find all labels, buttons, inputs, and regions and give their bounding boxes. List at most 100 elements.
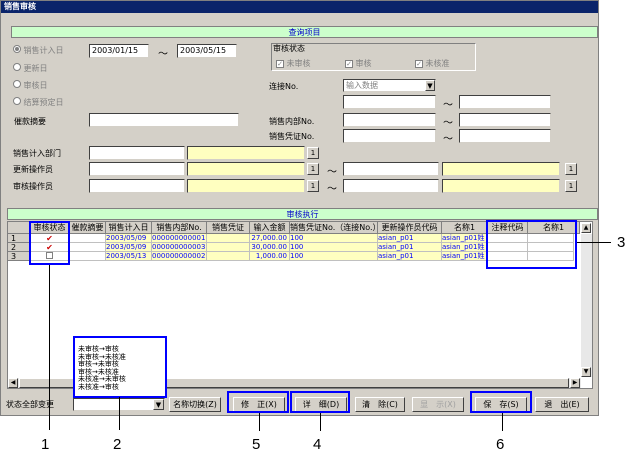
- callout-line-1: [49, 265, 50, 430]
- summary-cell[interactable]: [70, 252, 106, 261]
- sales-voucher-no-label: 销售凭证No.: [269, 132, 315, 141]
- header-internal[interactable]: 销售内部No.: [152, 222, 207, 234]
- scroll-right-icon[interactable]: ▶: [570, 378, 580, 388]
- dropdown-option[interactable]: 未核准→审核: [78, 383, 165, 392]
- radio-icon: [13, 63, 21, 71]
- radio-settlement-date[interactable]: 结算预定日: [13, 97, 64, 108]
- header-date[interactable]: 销售计入日: [106, 222, 152, 234]
- sales-dept-input[interactable]: [89, 146, 185, 160]
- checkbox-reviewed[interactable]: ✓ 审核: [345, 58, 372, 69]
- review-operator-label: 审核操作员: [13, 182, 53, 191]
- scroll-left-icon[interactable]: ◀: [8, 378, 18, 388]
- internal-no-from-input[interactable]: [343, 113, 436, 127]
- operator-cell: asian_p01: [378, 234, 442, 243]
- checkbox-label: 未核准: [425, 59, 450, 68]
- vertical-scrollbar[interactable]: [581, 234, 592, 377]
- callout-number-5: 5: [252, 436, 261, 453]
- callout-box-5: [227, 391, 289, 413]
- check-icon: ✓: [345, 60, 353, 68]
- update-operator-to-lookup[interactable]: 1: [565, 163, 577, 175]
- scroll-up-icon[interactable]: ▲: [581, 223, 591, 233]
- header-summary[interactable]: 催款摘要: [70, 222, 106, 234]
- update-operator-to-name: [442, 162, 560, 176]
- name-switch-button[interactable]: 名称切换(Z): [169, 397, 221, 412]
- date-cell: 2003/05/13: [106, 252, 152, 261]
- check-icon: ✓: [276, 60, 284, 68]
- sales-dept-lookup-button[interactable]: 1: [307, 147, 319, 159]
- name-cell: asian_p01姓: [442, 252, 488, 261]
- radio-update-date[interactable]: 更新日: [13, 63, 48, 74]
- callout-number-4: 4: [313, 436, 322, 453]
- amount-cell: 1,000.00: [250, 252, 290, 261]
- collection-summary-input[interactable]: [89, 113, 239, 127]
- tilde: ～: [327, 167, 337, 178]
- exit-button[interactable]: 退 出(E): [535, 397, 589, 412]
- date-to-input[interactable]: 2003/05/15: [177, 44, 237, 58]
- internal-cell: 000000000003: [152, 243, 207, 252]
- date-cell: 2003/05/09: [106, 234, 152, 243]
- chevron-down-icon[interactable]: ▼: [425, 80, 435, 91]
- row-number: 2: [8, 243, 30, 252]
- checkbox-unreviewed[interactable]: ✓ 未审核: [276, 58, 311, 69]
- tilde: ～: [327, 184, 337, 195]
- dropdown-options: 未审核→审核 未审核→未核准 审核→未审核 审核→未核准 未核准→未审核 未核准…: [75, 338, 165, 391]
- voucher-cell: [207, 243, 250, 252]
- callout-line-3: [577, 242, 611, 243]
- sales-dept-label: 销售计入部门: [13, 149, 61, 158]
- callout-box-3: [486, 220, 577, 269]
- radio-label: 更新日: [23, 64, 48, 73]
- callout-box-1: [29, 221, 70, 265]
- review-operator-from-name: [187, 179, 305, 193]
- amount-cell: 27,000.00: [250, 234, 290, 243]
- internal-cell: 000000000002: [152, 252, 207, 261]
- callout-box-4: [290, 391, 350, 413]
- review-operator-from-lookup[interactable]: 1: [307, 180, 319, 192]
- header-voucher[interactable]: 销售凭证: [207, 222, 250, 234]
- tilde: ～: [443, 134, 453, 145]
- review-operator-from-input[interactable]: [89, 179, 185, 193]
- update-operator-from-lookup[interactable]: 1: [307, 163, 319, 175]
- internal-no-to-input[interactable]: [459, 113, 551, 127]
- operator-cell: asian_p01: [378, 243, 442, 252]
- update-operator-from-input[interactable]: [89, 162, 185, 176]
- callout-line-6: [502, 413, 503, 431]
- review-operator-to-lookup[interactable]: 1: [565, 180, 577, 192]
- connect-no-label: 连接No.: [269, 82, 299, 91]
- summary-cell[interactable]: [70, 243, 106, 252]
- radio-review-date[interactable]: 审核日: [13, 80, 48, 91]
- checkbox-not-approved[interactable]: ✓ 未核准: [415, 58, 450, 69]
- tilde: ～: [443, 118, 453, 129]
- clear-button[interactable]: 清 除(C): [355, 397, 405, 412]
- review-status-label: 审核状态: [273, 44, 305, 53]
- window-title: 销售审核: [1, 1, 598, 13]
- header-amount[interactable]: 输入金额: [250, 222, 290, 234]
- radio-icon: [13, 97, 21, 105]
- header-operator-code[interactable]: 更新操作员代码: [378, 222, 442, 234]
- row-number: 3: [8, 252, 30, 261]
- header-name1[interactable]: 名称1: [442, 222, 488, 234]
- radio-label: 审核日: [23, 81, 48, 90]
- connect-no-select[interactable]: 输入数据: [343, 79, 436, 92]
- header-rownum: [8, 222, 30, 234]
- review-operator-to-name: [442, 179, 560, 193]
- connect-no-from-input[interactable]: [343, 95, 436, 109]
- chevron-down-icon[interactable]: ▼: [153, 399, 164, 410]
- voucher-no-from-input[interactable]: [343, 129, 436, 143]
- scroll-down-icon[interactable]: ▼: [581, 367, 591, 377]
- date-from-input[interactable]: 2003/01/15: [89, 44, 149, 58]
- connect-no-to-input[interactable]: [459, 95, 551, 109]
- summary-cell[interactable]: [70, 234, 106, 243]
- radio-label: 结算预定日: [23, 98, 64, 107]
- header-voucher-no[interactable]: 销售凭证No.（连接No.）: [290, 222, 378, 234]
- radio-sales-date[interactable]: 销售计入日: [13, 45, 64, 56]
- voucher-cell: [207, 252, 250, 261]
- update-operator-to-input[interactable]: [343, 162, 439, 176]
- tilde: ～: [443, 100, 453, 111]
- review-operator-to-input[interactable]: [343, 179, 439, 193]
- voucher-no-to-input[interactable]: [459, 129, 551, 143]
- collection-summary-label: 催款摘要: [14, 117, 46, 126]
- voucher-no-cell: 100: [290, 252, 378, 261]
- display-button[interactable]: 显 示(X): [412, 397, 464, 412]
- status-all-change-label: 状态全部变更: [6, 400, 54, 409]
- status-change-dropdown-list[interactable]: 未审核→审核 未审核→未核准 审核→未审核 审核→未核准 未核准→未审核 未核准…: [73, 336, 167, 398]
